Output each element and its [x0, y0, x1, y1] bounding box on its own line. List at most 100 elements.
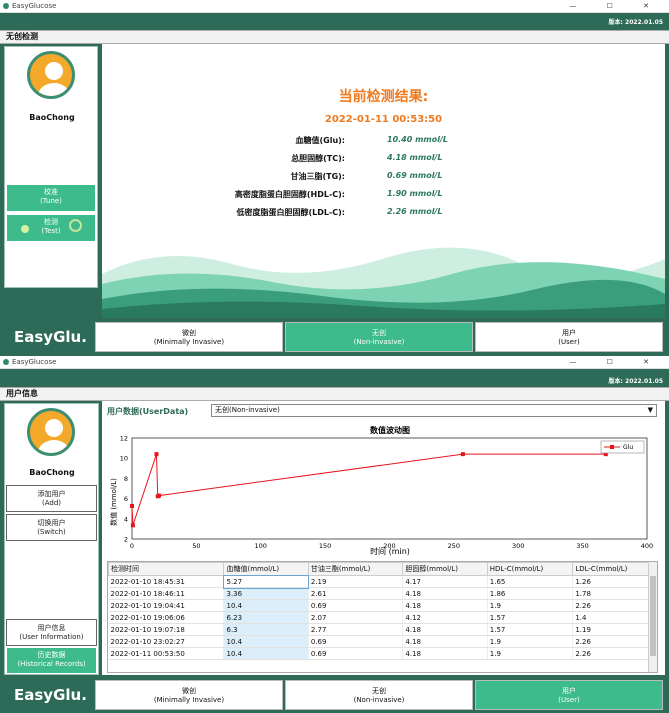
table-cell[interactable]: 2022-01-10 18:46:11: [108, 587, 225, 600]
table-cell[interactable]: 6.23: [223, 611, 309, 624]
result-row-glu: 血糖值(Glu): 10.40 mmol/L: [102, 135, 665, 151]
table-cell[interactable]: 2022-01-10 18:45:31: [108, 575, 225, 588]
window-controls[interactable]: — ☐ ✕: [569, 356, 663, 368]
result-row-tc: 总胆固醇(TC): 4.18 mmol/L: [102, 153, 665, 169]
scrollbar-thumb[interactable]: [650, 576, 656, 656]
table-cell[interactable]: 1.4: [572, 611, 657, 624]
table-cell[interactable]: 4.18: [402, 623, 488, 636]
data-point: [157, 493, 162, 498]
table-cell[interactable]: 1.86: [487, 587, 574, 600]
table-cell[interactable]: 0.69: [308, 647, 404, 660]
legend-marker: [610, 445, 614, 449]
nav-sublabel: (Non-invasive): [353, 696, 405, 704]
table-cell[interactable]: 2022-01-10 23:02:27: [108, 635, 225, 648]
nav-sublabel: (User): [558, 338, 580, 346]
x-tick-label: 150: [319, 542, 331, 550]
column-header[interactable]: 胆固醇(mmol/L): [402, 562, 488, 576]
y-tick-label: 12: [120, 435, 128, 443]
table-row[interactable]: 2022-01-10 19:04:41 10.4 0.69 4.18 1.9 2.26: [108, 599, 657, 612]
switch-sublabel: (Switch): [37, 528, 66, 536]
nav-label: 用户: [562, 687, 576, 695]
table-cell[interactable]: 1.65: [487, 575, 574, 588]
y-tick-label: 6: [124, 495, 128, 503]
table-cell[interactable]: 1.57: [487, 623, 574, 636]
table-cell[interactable]: 6.3: [223, 623, 309, 636]
user-avatar-icon: [27, 51, 75, 99]
table-cell[interactable]: 0.69: [308, 635, 404, 648]
table-cell[interactable]: 1.78: [572, 587, 657, 600]
table-cell[interactable]: 2.26: [572, 599, 657, 612]
table-cell[interactable]: 1.9: [487, 599, 574, 612]
app-icon: [3, 359, 9, 365]
chevron-down-icon: ▼: [647, 406, 653, 414]
column-header[interactable]: HDL-C(mmol/L): [486, 562, 574, 576]
nav-non-invasive[interactable]: 无创 (Non-invasive): [285, 680, 473, 710]
table-cell[interactable]: 1.57: [487, 611, 574, 624]
table-cell[interactable]: 2.26: [572, 647, 657, 660]
table-cell[interactable]: 4.17: [402, 575, 488, 588]
table-cell[interactable]: 2022-01-11 00:53:50: [108, 647, 225, 660]
table-row[interactable]: 2022-01-11 00:53:50 10.4 0.69 4.18 1.9 2.26: [108, 647, 657, 660]
column-header[interactable]: 甘油三酯(mmol/L): [307, 562, 404, 576]
column-header[interactable]: 血糖值(mmol/L): [223, 562, 309, 576]
table-cell[interactable]: 4.18: [402, 587, 488, 600]
switch-user-button[interactable]: 切换用户 (Switch): [6, 514, 97, 541]
nav-label: 微创: [182, 687, 196, 695]
result-value: 1.90 mmol/L: [387, 189, 443, 198]
table-cell[interactable]: 1.9: [487, 647, 574, 660]
nav-user[interactable]: 用户 (User): [475, 680, 663, 710]
test-button[interactable]: 检测 (Test): [6, 214, 96, 242]
table-row[interactable]: 2022-01-10 18:45:31 5.27 2.19 4.17 1.65 1.26: [108, 574, 657, 589]
vertical-scrollbar[interactable]: [648, 562, 657, 672]
tune-sublabel: (Tune): [40, 197, 62, 205]
table-cell[interactable]: 2.26: [572, 635, 657, 648]
table-row[interactable]: 2022-01-10 18:46:11 3.36 2.61 4.18 1.86 1.78: [108, 587, 657, 600]
window-title: EasyGlucose: [12, 2, 57, 10]
nav-minimally-invasive[interactable]: 微创 (Minimally Invasive): [95, 680, 283, 710]
column-header[interactable]: LDL-C(mmol/L): [572, 562, 657, 576]
nav-non-invasive[interactable]: 无创 (Non-invasive): [285, 322, 473, 352]
records-table-container[interactable]: 检测时间 血糖值(mmol/L) 甘油三酯(mmol/L) 胆固醇(mmol/L) HD…: [107, 561, 658, 673]
mode-dropdown[interactable]: 无创(Non-invasive) ▼: [211, 404, 657, 417]
chart-ylabel: 数值 (mmol/L): [109, 478, 118, 526]
historical-records-button[interactable]: 历史数据 (Historical Records): [6, 647, 97, 674]
table-cell[interactable]: 1.9: [487, 635, 574, 648]
tune-button[interactable]: 校准 (Tune): [6, 184, 96, 212]
table-cell[interactable]: 2.61: [308, 587, 404, 600]
table-cell[interactable]: 2022-01-10 19:06:06: [108, 611, 225, 624]
nav-label: 用户: [562, 329, 576, 337]
table-cell[interactable]: 10.4: [223, 635, 309, 648]
add-user-button[interactable]: 添加用户 (Add): [6, 485, 97, 512]
table-row[interactable]: 2022-01-10 19:07:18 6.3 2.77 4.18 1.57 1.19: [108, 623, 657, 636]
result-label: 总胆固醇(TC):: [291, 154, 345, 163]
user-information-button[interactable]: 用户信息 (User Information): [6, 619, 97, 646]
x-tick-label: 100: [255, 542, 267, 550]
table-row[interactable]: 2022-01-10 19:06:06 6.23 2.07 4.12 1.57 1.4: [108, 611, 657, 624]
table-cell[interactable]: 4.18: [402, 647, 488, 660]
column-header[interactable]: 检测时间: [108, 562, 225, 576]
data-point: [460, 452, 465, 457]
table-cell[interactable]: 5.27: [222, 574, 310, 589]
table-cell[interactable]: 2.07: [308, 611, 404, 624]
table-cell[interactable]: 4.12: [402, 611, 488, 624]
table-cell[interactable]: 2022-01-10 19:04:41: [108, 599, 225, 612]
nav-user[interactable]: 用户 (User): [475, 322, 663, 352]
window-non-invasive: EasyGlucose — ☐ ✕ 版本: 2022.01.05 无创检测 Ba…: [0, 0, 669, 356]
table-cell[interactable]: 2.19: [308, 575, 404, 588]
nav-minimally-invasive[interactable]: 微创 (Minimally Invasive): [95, 322, 283, 352]
table-cell[interactable]: 2022-01-10 19:07:18: [108, 623, 225, 636]
table-cell[interactable]: 4.18: [402, 599, 488, 612]
window-controls[interactable]: — ☐ ✕: [569, 0, 663, 12]
nav-sublabel: (Minimally Invasive): [153, 696, 225, 704]
table-cell[interactable]: 4.18: [402, 635, 488, 648]
table-cell[interactable]: 10.4: [223, 647, 309, 660]
table-cell[interactable]: 0.69: [308, 599, 404, 612]
window-user: EasyGlucose — ☐ ✕ 版本: 2022.01.05 用户信息 Ba…: [0, 356, 669, 713]
table-cell[interactable]: 1.26: [572, 575, 657, 588]
table-cell[interactable]: 2.77: [308, 623, 404, 636]
table-cell[interactable]: 10.4: [223, 599, 309, 612]
table-cell[interactable]: 1.19: [572, 623, 657, 636]
add-label: 添加用户: [37, 490, 66, 498]
table-row[interactable]: 2022-01-10 23:02:27 10.4 0.69 4.18 1.9 2.26: [108, 635, 657, 648]
table-cell[interactable]: 3.36: [223, 587, 309, 600]
